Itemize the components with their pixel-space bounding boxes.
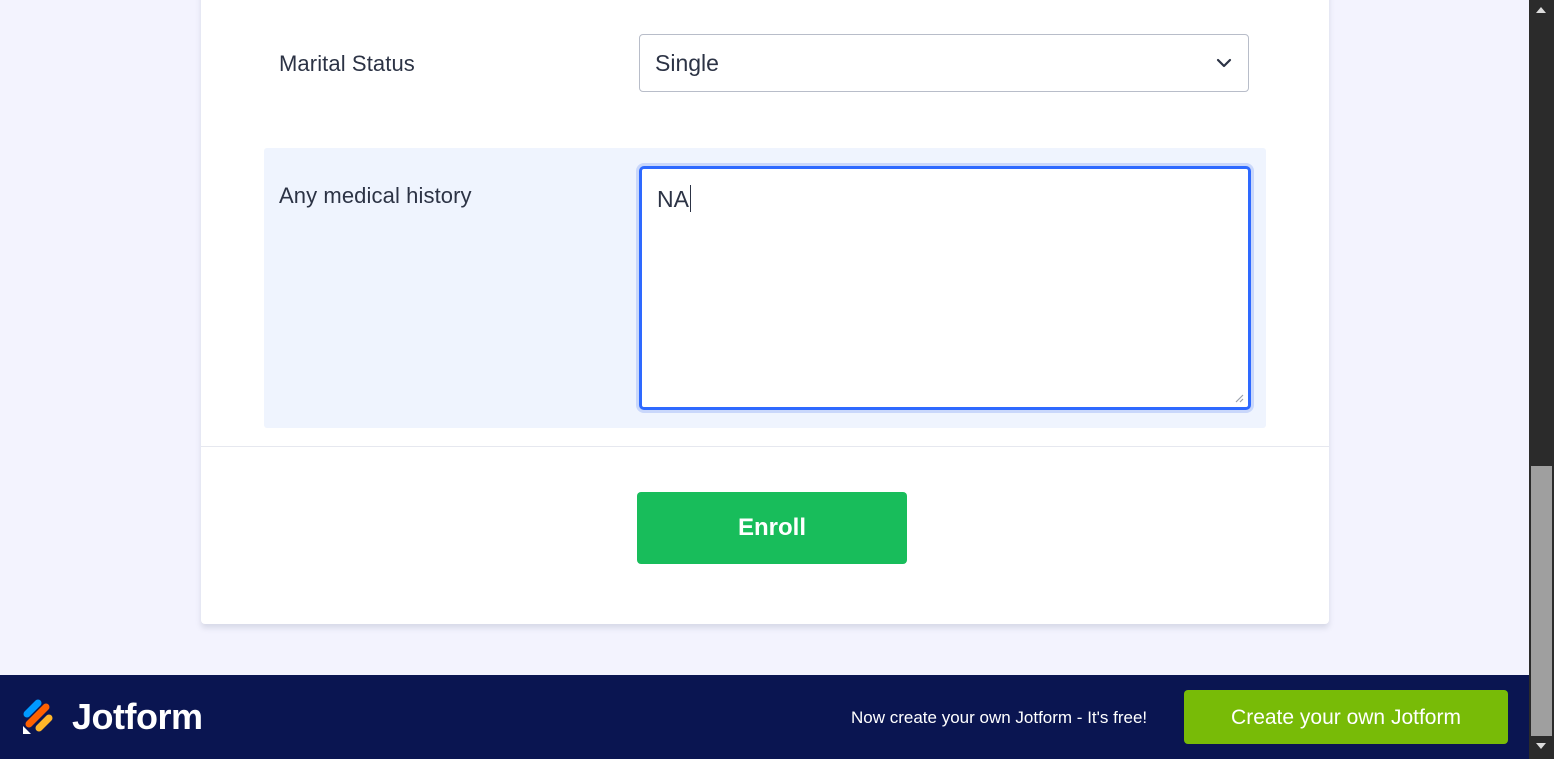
- scroll-down-arrow-icon[interactable]: [1536, 743, 1546, 749]
- scroll-up-arrow-icon[interactable]: [1536, 7, 1546, 13]
- footer-tagline: Now create your own Jotform - It's free!: [851, 708, 1148, 727]
- jotform-logo-text: Jotform: [72, 696, 203, 737]
- marital-status-select[interactable]: Single: [639, 34, 1249, 92]
- page-scrollbar[interactable]: [1529, 0, 1554, 759]
- resize-grip-icon[interactable]: [1232, 391, 1244, 403]
- marital-status-selected-value: Single: [655, 50, 719, 76]
- medical-history-value: NA: [657, 186, 689, 212]
- enroll-button[interactable]: Enroll: [637, 492, 907, 564]
- marital-status-label: Marital Status: [279, 51, 415, 76]
- page-viewport: Marital Status Single Any medical histor…: [0, 0, 1529, 759]
- jotform-logo-icon: [23, 699, 53, 734]
- chevron-down-icon: [1216, 58, 1232, 68]
- form-card: Marital Status Single Any medical histor…: [201, 0, 1329, 624]
- medical-history-text-wrap: NA: [657, 185, 691, 213]
- scroll-thumb[interactable]: [1531, 466, 1552, 736]
- form-divider: [201, 446, 1329, 447]
- text-caret: [689, 185, 691, 212]
- create-jotform-button[interactable]: Create your own Jotform: [1184, 690, 1508, 744]
- medical-history-textarea[interactable]: NA: [639, 166, 1251, 410]
- jotform-footer-banner: Jotform Now create your own Jotform - It…: [0, 675, 1529, 759]
- medical-history-label: Any medical history: [279, 183, 472, 208]
- jotform-logo[interactable]: Jotform: [20, 696, 203, 737]
